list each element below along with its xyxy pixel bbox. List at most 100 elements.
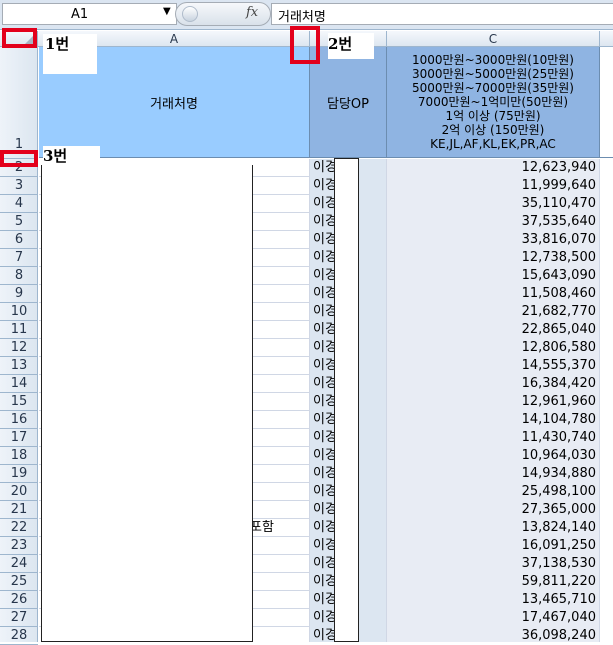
- header-cell-d[interactable]: [600, 47, 613, 158]
- cell-amount[interactable]: 13,824,140: [387, 519, 600, 537]
- tier-line: 1000만원~3000만원(10만원): [411, 53, 574, 67]
- row-header[interactable]: 27: [0, 609, 38, 627]
- cell-amount[interactable]: 14,555,370: [387, 357, 600, 375]
- cell-d[interactable]: [600, 465, 613, 483]
- cell-amount[interactable]: 33,816,070: [387, 231, 600, 249]
- cell-d[interactable]: [600, 195, 613, 213]
- row-header[interactable]: 8: [0, 267, 38, 285]
- row-header[interactable]: 19: [0, 465, 38, 483]
- row-header[interactable]: 3: [0, 177, 38, 195]
- row-header[interactable]: 26: [0, 591, 38, 609]
- redaction-mask-customer-names: [41, 165, 253, 642]
- cell-d[interactable]: [600, 393, 613, 411]
- row-header[interactable]: 23: [0, 537, 38, 555]
- cell-d[interactable]: [600, 285, 613, 303]
- cell-d[interactable]: [600, 249, 613, 267]
- cell-amount[interactable]: 13,465,710: [387, 591, 600, 609]
- cell-d[interactable]: [600, 303, 613, 321]
- column-header-d[interactable]: [600, 31, 613, 47]
- row-header[interactable]: 12: [0, 339, 38, 357]
- cell-amount[interactable]: 15,643,090: [387, 267, 600, 285]
- cell-d[interactable]: [600, 267, 613, 285]
- cell-d[interactable]: [600, 447, 613, 465]
- row-header[interactable]: 16: [0, 411, 38, 429]
- cell-d[interactable]: [600, 357, 613, 375]
- highlight-box-row-divider: [0, 150, 38, 167]
- row-header[interactable]: 6: [0, 231, 38, 249]
- row-header[interactable]: 9: [0, 285, 38, 303]
- marker-3-label: 3번: [43, 147, 68, 165]
- cell-d[interactable]: [600, 177, 613, 195]
- cell-d[interactable]: [600, 321, 613, 339]
- cell-amount[interactable]: 36,098,240: [387, 627, 600, 642]
- cell-amount[interactable]: 37,535,640: [387, 213, 600, 231]
- cell-amount[interactable]: 11,508,460: [387, 285, 600, 303]
- cell-amount[interactable]: 10,964,030: [387, 447, 600, 465]
- cell-d[interactable]: [600, 231, 613, 249]
- cell-d[interactable]: [600, 429, 613, 447]
- cell-amount[interactable]: 25,498,100: [387, 483, 600, 501]
- row-header[interactable]: 18: [0, 447, 38, 465]
- cell-d[interactable]: [600, 573, 613, 591]
- cell-amount[interactable]: 12,738,500: [387, 249, 600, 267]
- cell-d[interactable]: [600, 483, 613, 501]
- cell-amount[interactable]: 37,138,530: [387, 555, 600, 573]
- row-header[interactable]: 28: [0, 627, 38, 645]
- row-header[interactable]: 7: [0, 249, 38, 267]
- row-header[interactable]: 15: [0, 393, 38, 411]
- cell-d[interactable]: [600, 339, 613, 357]
- name-box[interactable]: A1 ▼: [2, 3, 177, 25]
- cell-amount[interactable]: 16,384,420: [387, 375, 600, 393]
- cell-d[interactable]: [600, 159, 613, 177]
- cell-customer-name-text: 포함: [250, 520, 274, 535]
- row-header[interactable]: 21: [0, 501, 38, 519]
- cell-d[interactable]: [600, 591, 613, 609]
- expand-handle-icon[interactable]: [182, 6, 198, 22]
- row-header[interactable]: 22: [0, 519, 38, 537]
- cell-d[interactable]: [600, 627, 613, 642]
- row-header[interactable]: 10: [0, 303, 38, 321]
- row-header[interactable]: 14: [0, 375, 38, 393]
- cell-amount[interactable]: 11,999,640: [387, 177, 600, 195]
- cell-amount[interactable]: 17,467,040: [387, 609, 600, 627]
- header-cell-tier-rates[interactable]: 1000만원~3000만원(10만원) 3000만원~5000만원(25만원) …: [387, 47, 600, 158]
- cell-d[interactable]: [600, 375, 613, 393]
- cell-d[interactable]: [600, 519, 613, 537]
- highlight-box-column-divider: [290, 26, 320, 64]
- cell-amount[interactable]: 12,961,960: [387, 393, 600, 411]
- cell-amount[interactable]: 12,806,580: [387, 339, 600, 357]
- insert-function-button[interactable]: fx: [246, 5, 258, 20]
- row-header[interactable]: 20: [0, 483, 38, 501]
- cell-amount[interactable]: 16,091,250: [387, 537, 600, 555]
- row-header-column: 1 2 3 4 5 6 7 8 9 10 11 12 13 14 15 16 17 18 19 20 21 22 23 24 2…: [0, 47, 38, 645]
- tier-line: 1억 이상 (75만원): [445, 109, 541, 123]
- row-header[interactable]: 25: [0, 573, 38, 591]
- row-header[interactable]: 1: [0, 47, 38, 159]
- cell-amount[interactable]: 35,110,470: [387, 195, 600, 213]
- cell-amount[interactable]: 11,430,740: [387, 429, 600, 447]
- cell-d[interactable]: [600, 537, 613, 555]
- row-header[interactable]: 13: [0, 357, 38, 375]
- marker-1-label: 1번: [45, 35, 70, 53]
- cell-amount[interactable]: 27,365,000: [387, 501, 600, 519]
- cell-amount[interactable]: 14,934,880: [387, 465, 600, 483]
- cell-amount[interactable]: 22,865,040: [387, 321, 600, 339]
- column-header-c[interactable]: C: [387, 31, 600, 47]
- cell-d[interactable]: [600, 501, 613, 519]
- cell-d[interactable]: [600, 213, 613, 231]
- cell-d[interactable]: [600, 609, 613, 627]
- header-cell-operator[interactable]: 담당OP: [310, 47, 387, 158]
- chevron-down-icon[interactable]: ▼: [163, 6, 171, 17]
- row-header[interactable]: 17: [0, 429, 38, 447]
- cell-amount[interactable]: 12,623,940: [387, 159, 600, 177]
- row-header[interactable]: 5: [0, 213, 38, 231]
- row-header[interactable]: 4: [0, 195, 38, 213]
- row-header[interactable]: 24: [0, 555, 38, 573]
- cell-d[interactable]: [600, 411, 613, 429]
- cell-amount[interactable]: 59,811,220: [387, 573, 600, 591]
- row-header[interactable]: 11: [0, 321, 38, 339]
- cell-amount[interactable]: 14,104,780: [387, 411, 600, 429]
- cell-d[interactable]: [600, 555, 613, 573]
- formula-input[interactable]: 거래처명: [271, 3, 613, 25]
- cell-amount[interactable]: 21,682,770: [387, 303, 600, 321]
